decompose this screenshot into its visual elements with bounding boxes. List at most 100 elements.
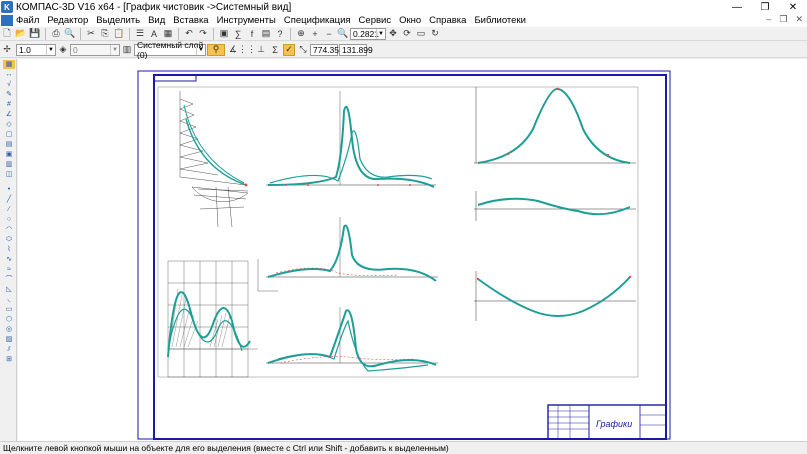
doc-restore-button[interactable]: ❐ <box>779 14 787 25</box>
variables-icon[interactable]: ∑ <box>232 28 244 40</box>
menu-tools[interactable]: Инструменты <box>217 15 276 26</box>
chamfer-icon[interactable]: ◺ <box>3 285 15 294</box>
fillet-icon[interactable]: ◟ <box>3 295 15 304</box>
show-all-icon[interactable]: ▭ <box>415 28 427 40</box>
cut-icon[interactable]: ✂ <box>85 28 97 40</box>
line-scale-combo[interactable]: 1.0 ▼ <box>16 43 56 56</box>
menu-specification[interactable]: Спецификация <box>284 15 351 26</box>
insert-panel-icon[interactable]: ▥ <box>3 160 15 169</box>
doc-minimize-button[interactable]: – <box>766 14 771 25</box>
equidistant-icon[interactable]: ⫽ <box>3 345 15 354</box>
zoom-combo[interactable]: 0.2821 ▼ <box>350 27 386 40</box>
layer-icon[interactable]: ▥ <box>121 44 133 56</box>
local-cs-icon[interactable]: ⊥ <box>255 44 267 56</box>
coord-y-field[interactable]: 131.899 <box>339 43 373 56</box>
drawing-sheet[interactable]: Графики <box>18 59 807 441</box>
layer-combo[interactable]: Системный слой (0) ▼ <box>134 40 206 60</box>
function-icon[interactable]: f <box>246 28 258 40</box>
nurbs-icon[interactable]: ⌒ <box>3 275 15 284</box>
cursor-icon[interactable]: ✢ <box>1 44 13 56</box>
minimize-button[interactable]: — <box>723 0 751 14</box>
library-manager-icon[interactable]: ▣ <box>218 28 230 40</box>
drawing-canvas[interactable]: Графики <box>18 59 807 441</box>
hatch-icon[interactable]: ▨ <box>3 335 15 344</box>
polygon-icon[interactable]: ⬡ <box>3 315 15 324</box>
close-button[interactable]: ✕ <box>779 0 807 14</box>
document-icon[interactable] <box>1 15 13 26</box>
undo-icon[interactable]: ↶ <box>183 28 195 40</box>
layer-number-combo[interactable]: 0 ▼ <box>70 43 120 56</box>
help-icon[interactable]: ? <box>274 28 286 40</box>
maximize-button[interactable]: ❐ <box>751 0 779 14</box>
snap-toggle-icon[interactable]: ⚲ <box>207 43 225 56</box>
bezier-icon[interactable]: ≈ <box>3 265 15 274</box>
layer-state-icon[interactable]: ◈ <box>57 44 69 56</box>
grid-icon[interactable]: ▤ <box>260 28 272 40</box>
menu-help[interactable]: Справка <box>429 15 466 26</box>
manager-icon[interactable]: ▦ <box>162 28 174 40</box>
doc-close-button[interactable]: ✕ <box>795 14 803 25</box>
point-icon[interactable]: • <box>3 185 15 194</box>
contour-icon[interactable]: ◎ <box>3 325 15 334</box>
refresh-icon[interactable]: ⟳ <box>401 28 413 40</box>
coord-x-field[interactable]: 774.353 <box>310 43 344 56</box>
parametrization-panel-icon[interactable]: # <box>3 100 15 109</box>
properties-icon[interactable]: ☰ <box>134 28 146 40</box>
chevron-down-icon[interactable]: ▼ <box>196 44 205 55</box>
spec-panel-icon[interactable]: ▤ <box>3 140 15 149</box>
reports-panel-icon[interactable]: ▣ <box>3 150 15 159</box>
chevron-down-icon[interactable]: ▼ <box>376 28 385 39</box>
copy-icon[interactable]: ⎘ <box>99 28 111 40</box>
zoom-icon[interactable]: 🔍 <box>337 28 349 40</box>
parametric-icon[interactable]: Ʃ <box>269 44 281 56</box>
ellipse-icon[interactable]: ⬭ <box>3 235 15 244</box>
menu-service[interactable]: Сервис <box>359 15 392 26</box>
aux-line-icon[interactable]: ╱ <box>3 195 15 204</box>
menu-file[interactable]: Файл <box>16 15 39 26</box>
chevron-down-icon[interactable]: ▼ <box>110 44 119 55</box>
rectangle-icon[interactable]: ▭ <box>3 305 15 314</box>
views-panel-icon[interactable]: ▢ <box>3 130 15 139</box>
save-icon[interactable]: 💾 <box>29 28 41 40</box>
hatched-grid-chart <box>167 260 258 378</box>
zoom-in-icon[interactable]: + <box>309 28 321 40</box>
preview-icon[interactable]: 🔍 <box>64 28 76 40</box>
paste-icon[interactable]: 📋 <box>113 28 125 40</box>
status-bar: Щелкните левой кнопкой мыши на объекте д… <box>0 441 807 454</box>
pan-icon[interactable]: ✥ <box>387 28 399 40</box>
menu-window[interactable]: Окно <box>399 15 421 26</box>
collection-icon[interactable]: ⊞ <box>3 355 15 364</box>
print-icon[interactable]: ⎙ <box>50 28 62 40</box>
polyline-icon[interactable]: ⌇ <box>3 245 15 254</box>
status-message: Щелкните левой кнопкой мыши на объекте д… <box>3 443 449 453</box>
menu-select[interactable]: Выделить <box>96 15 140 26</box>
grid-toggle-icon[interactable]: ⋮⋮ <box>238 44 256 56</box>
macro-panel-icon[interactable]: ◫ <box>3 170 15 179</box>
dimensions-panel-icon[interactable]: ↔ <box>3 70 15 79</box>
redo-icon[interactable]: ↷ <box>197 28 209 40</box>
measure-panel-icon[interactable]: ∠ <box>3 110 15 119</box>
new-document-icon[interactable]: 🗋 <box>1 28 13 40</box>
menu-libraries[interactable]: Библиотеки <box>474 15 525 26</box>
menu-editor[interactable]: Редактор <box>47 15 88 26</box>
snap-mode-icon[interactable]: ✓ <box>283 43 295 56</box>
menu-view[interactable]: Вид <box>148 15 165 26</box>
circle-icon[interactable]: ○ <box>3 215 15 224</box>
coord-y-value: 131.899 <box>342 44 373 55</box>
selection-panel-icon[interactable]: ◇ <box>3 120 15 129</box>
zoom-window-icon[interactable]: ⊕ <box>295 28 307 40</box>
title-block-name[interactable]: Графики <box>596 419 632 429</box>
spline-icon[interactable]: ∿ <box>3 255 15 264</box>
menu-insert[interactable]: Вставка <box>173 15 208 26</box>
segment-icon[interactable]: ∕ <box>3 205 15 214</box>
chevron-down-icon[interactable]: ▼ <box>46 44 55 55</box>
arc-icon[interactable]: ◠ <box>3 225 15 234</box>
editing-panel-icon[interactable]: ✎ <box>3 90 15 99</box>
toolbar-separator <box>80 27 81 40</box>
redraw-icon[interactable]: ↻ <box>429 28 441 40</box>
geometry-panel-icon[interactable]: ▦ <box>3 60 15 69</box>
zoom-out-icon[interactable]: − <box>323 28 335 40</box>
symbols-panel-icon[interactable]: √ <box>3 80 15 89</box>
open-icon[interactable]: 📂 <box>15 28 27 40</box>
format-icon[interactable]: A <box>148 28 160 40</box>
